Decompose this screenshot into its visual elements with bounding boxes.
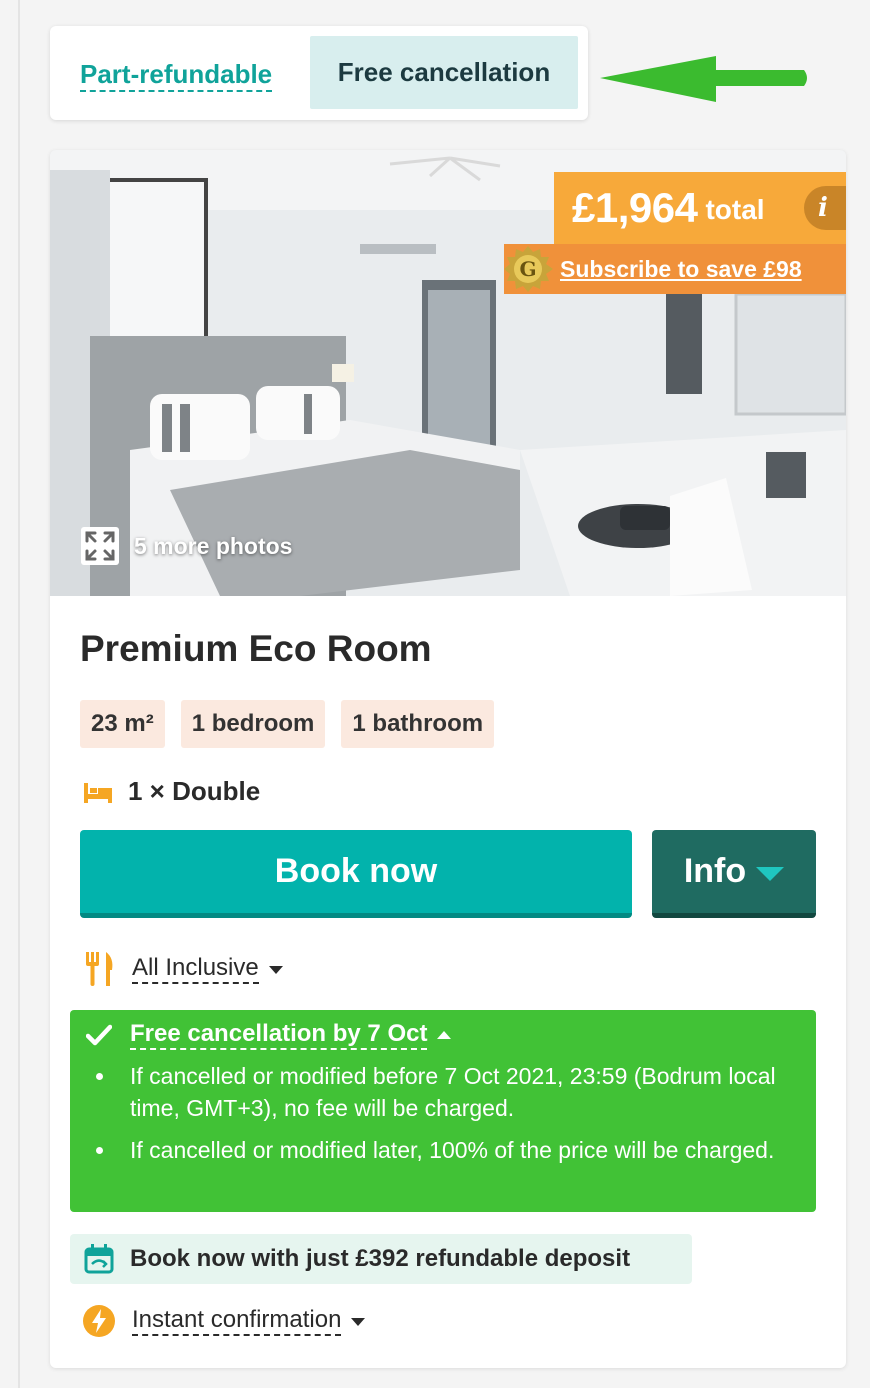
cancellation-terms: If cancelled or modified before 7 Oct 20… [96,1060,790,1176]
cutlery-icon [86,952,113,986]
bed-icon [84,782,112,803]
refund-filter-tabs: Part-refundable Free cancellation [50,26,588,120]
room-card: £1,964 total i G Subscribe to save £98 5… [50,150,846,1368]
free-cancellation-title: Free cancellation by 7 Oct [130,1020,428,1050]
subscribe-banner: G Subscribe to save £98 [504,244,846,294]
total-price-box: £1,964 total i [554,172,846,244]
cancellation-term: If cancelled or modified later, 100% of … [96,1134,790,1166]
board-type: All Inclusive [84,952,283,986]
room-photo[interactable]: £1,964 total i G Subscribe to save £98 5… [50,150,846,596]
calendar-icon [84,1244,114,1274]
deposit-text: Book now with just £392 refundable depos… [130,1245,631,1272]
info-icon[interactable]: i [804,186,846,230]
more-photos-button[interactable]: 5 more photos [80,526,292,566]
caret-down-icon[interactable] [351,1318,366,1326]
instant-confirmation: Instant confirmation [82,1304,366,1338]
caret-down-icon[interactable] [268,966,283,974]
caret-up-icon [437,1031,452,1039]
feature-chip-bathrooms: 1 bathroom [341,700,495,748]
total-label: total [705,194,765,225]
bed-label: 1 × Double [128,776,261,806]
more-photos-label: 5 more photos [134,532,293,559]
svg-text:G: G [519,257,536,281]
lightning-icon [83,1305,115,1337]
tab-part-refundable[interactable]: Part-refundable [80,60,273,92]
expand-icon [81,527,119,565]
room-title: Premium Eco Room [80,628,432,669]
free-cancellation-toggle[interactable]: Free cancellation by 7 Oct [86,1020,452,1050]
arrow-left-icon [600,56,807,102]
feature-chip-size: 23 m² [80,700,165,748]
gold-badge-icon: G [504,246,553,292]
tab-free-cancellation[interactable]: Free cancellation [310,36,578,109]
room-features: 23 m² 1 bedroom 1 bathroom [80,700,495,748]
all-inclusive-link[interactable]: All Inclusive [132,954,259,984]
check-icon [86,1024,112,1046]
feature-chip-bedrooms: 1 bedroom [180,700,326,748]
book-now-button[interactable]: Book now [80,830,632,918]
info-button-label: Info [683,852,747,890]
total-price: £1,964 [572,184,698,231]
subscribe-link[interactable]: Subscribe to save £98 [560,256,802,283]
cancellation-term: If cancelled or modified before 7 Oct 20… [96,1060,790,1124]
deposit-banner: Book now with just £392 refundable depos… [70,1234,692,1284]
instant-confirmation-link[interactable]: Instant confirmation [132,1306,342,1336]
page-divider [18,0,20,1388]
chevron-down-icon [756,866,785,881]
bed-info: 1 × Double [84,776,260,807]
free-cancellation-panel: Free cancellation by 7 Oct If cancelled … [70,1010,816,1212]
info-dropdown-button[interactable]: Info [652,830,816,918]
